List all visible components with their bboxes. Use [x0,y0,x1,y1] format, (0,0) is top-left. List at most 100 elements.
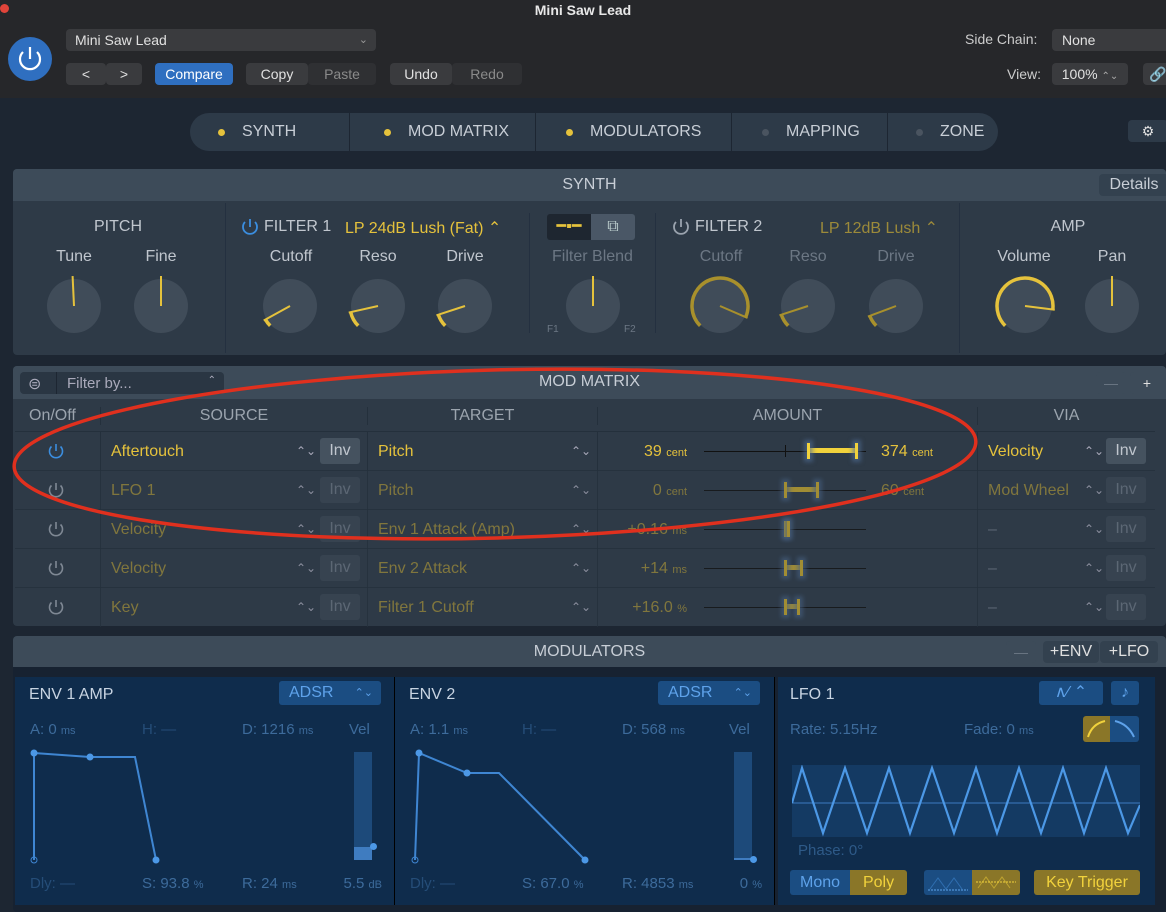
amount-min-value[interactable]: 39 cent [644,432,687,473]
envelope-node[interactable] [30,749,38,757]
tab-synth[interactable]: SYNTH [218,113,350,151]
fade-in-button[interactable] [1083,716,1110,742]
target-dropdown[interactable]: Pitch ⌃⌄ [367,432,597,471]
source-invert-button[interactable]: Inv [320,438,360,464]
lfo-fade[interactable]: Fade: 0 ms [964,721,1034,738]
filter2-reso-knob[interactable] [778,276,838,336]
fade-out-button[interactable] [1110,716,1139,742]
lfo-waveform-dropdown[interactable]: ∧∕ ⌃ [1039,681,1103,705]
poly-button[interactable]: Poly [850,870,907,895]
amount-handle-max[interactable] [796,599,800,615]
amount-handle-max[interactable] [855,443,859,459]
source-invert-button[interactable]: Inv [320,594,360,620]
mono-button[interactable]: Mono [790,870,850,895]
redo-button[interactable]: Redo [452,63,522,85]
source-invert-button[interactable]: Inv [320,516,360,542]
filter1-drive-knob[interactable] [435,276,495,336]
tab-mod-matrix[interactable]: MOD MATRIX [350,113,536,151]
filter2-power-icon[interactable] [671,217,691,237]
settings-menu-button[interactable]: ⚙ [1128,120,1166,142]
velocity-value[interactable]: 0 % [740,875,762,892]
tab-modulators[interactable]: MODULATORS [536,113,732,151]
filter1-type-dropdown[interactable]: LP 24dB Lush (Fat) ⌃ [345,218,501,238]
amount-handle-min[interactable] [806,443,810,459]
via-invert-button[interactable]: Inv [1106,555,1146,581]
add-lfo-button[interactable]: +LFO [1100,641,1158,663]
amount-handle-max[interactable] [816,482,820,498]
amount-slider[interactable] [704,599,866,615]
key-trigger-button[interactable]: Key Trigger [1034,870,1140,895]
volume-knob[interactable] [995,276,1055,336]
release-value[interactable]: R: 4853 ms [622,875,693,892]
filter1-power-icon[interactable] [240,217,260,237]
amount-slider[interactable] [704,482,866,498]
velocity-slider[interactable] [354,752,377,860]
delay-value[interactable]: Dly: — [30,875,75,892]
amount-handle-min[interactable] [784,482,787,498]
filter1-cutoff-knob[interactable] [260,276,320,336]
amount-handle-min[interactable] [784,560,787,576]
slot-power-toggle[interactable] [47,598,65,616]
compare-button[interactable]: Compare [155,63,233,85]
filter1-reso-knob[interactable] [348,276,408,336]
target-dropdown[interactable]: Filter 1 Cutoff ⌃⌄ [367,588,597,627]
amount-max-value[interactable]: 374 cent [881,432,933,473]
amount-slider[interactable] [704,521,866,537]
filter2-drive-knob[interactable] [866,276,926,336]
amount-min-value[interactable]: 0 cent [653,471,687,512]
amount-handle-max[interactable] [787,521,791,537]
slot-power-toggle[interactable] [47,559,65,577]
tune-knob[interactable] [44,276,104,336]
amount-slider[interactable] [704,443,866,459]
sustain-value[interactable]: S: 67.0 % [522,875,584,892]
source-invert-button[interactable]: Inv [320,555,360,581]
envelope-node[interactable] [581,856,589,864]
slot-power-toggle[interactable] [47,442,65,460]
filter-blend-knob[interactable] [563,276,623,336]
paste-button[interactable]: Paste [308,63,376,85]
via-invert-button[interactable]: Inv [1106,516,1146,542]
envelope-node[interactable] [415,749,423,757]
add-env-button[interactable]: +ENV [1043,641,1099,663]
via-invert-button[interactable]: Inv [1106,477,1146,503]
amount-handle-min[interactable] [784,599,787,615]
filter-series-button[interactable]: ━▪━ [547,214,591,240]
remove-modulator-button[interactable]: — [1006,641,1036,663]
unipolar-button[interactable] [924,870,972,895]
fine-knob[interactable] [131,276,191,336]
delay-value[interactable]: Dly: — [410,875,455,892]
filter-parallel-button[interactable]: ⧉ [591,214,635,240]
amount-min-value[interactable]: +0.16 ms [627,510,687,551]
side-chain-dropdown[interactable]: None [1052,29,1166,51]
next-preset-button[interactable]: > [106,63,142,85]
tab-zone[interactable]: ZONE [888,113,998,151]
velocity-slider[interactable] [734,752,757,863]
link-button[interactable]: 🔗 [1143,63,1166,85]
target-dropdown[interactable]: Env 2 Attack ⌃⌄ [367,549,597,588]
undo-button[interactable]: Undo [390,63,452,85]
target-dropdown[interactable]: Env 1 Attack (Amp) ⌃⌄ [367,510,597,549]
copy-button[interactable]: Copy [246,63,308,85]
lfo-rate[interactable]: Rate: 5.15Hz [790,721,878,738]
amount-max-value[interactable]: 60 cent [881,471,924,512]
amount-min-value[interactable]: +14 ms [641,549,687,590]
envelope-node[interactable] [463,769,471,777]
amount-slider[interactable] [704,560,866,576]
remove-slot-button[interactable]: — [1096,372,1126,394]
view-zoom-dropdown[interactable]: 100% ⌃⌄ [1052,63,1128,85]
slot-power-toggle[interactable] [47,481,65,499]
envelope-node[interactable] [86,753,94,761]
amount-min-value[interactable]: +16.0 % [632,588,687,629]
via-invert-button[interactable]: Inv [1106,438,1146,464]
target-dropdown[interactable]: Pitch ⌃⌄ [367,471,597,510]
source-invert-button[interactable]: Inv [320,477,360,503]
filter2-type-dropdown[interactable]: LP 12dB Lush ⌃ [820,218,938,238]
add-slot-button[interactable]: + [1130,372,1164,394]
details-button[interactable]: Details [1099,174,1166,196]
envelope-node[interactable] [152,856,160,864]
preset-dropdown[interactable]: Mini Saw Lead ⌄ [66,29,376,51]
velocity-value[interactable]: 5.5 dB [344,875,383,892]
release-value[interactable]: R: 24 ms [242,875,297,892]
sustain-value[interactable]: S: 93.8 % [142,875,204,892]
via-invert-button[interactable]: Inv [1106,594,1146,620]
